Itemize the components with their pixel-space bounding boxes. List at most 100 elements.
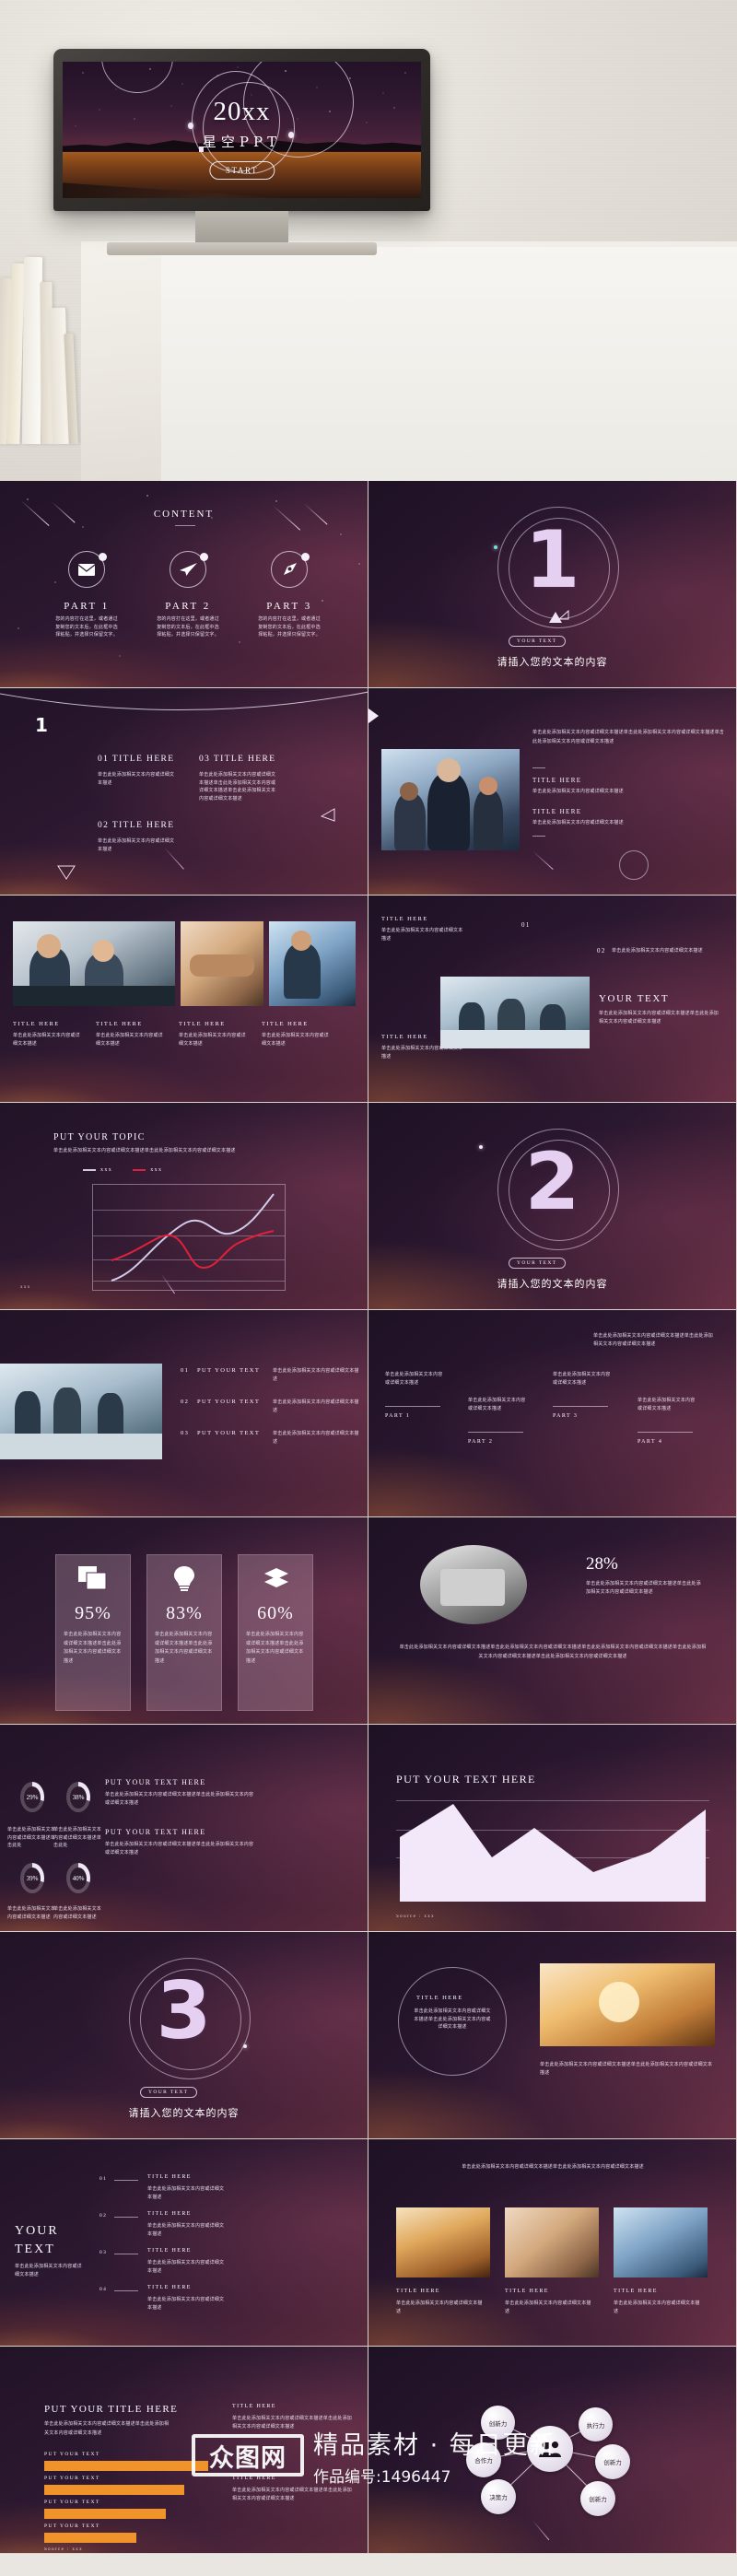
- slide-content[interactable]: CONTENT PART 1 您的内容打在这里，或者通过复制您的文本后，在此框中…: [0, 481, 368, 688]
- donut-body: 单击此处添加相关文本内容或详细文本描述单击此处: [7, 1827, 56, 1848]
- card-body: 单击此处添加相关文本内容或详细文本描述: [396, 2301, 483, 2314]
- users-icon-node[interactable]: [527, 2426, 573, 2472]
- pen-nib-icon-circle[interactable]: [271, 551, 310, 588]
- item-body: 单击此处添加相关文本内容或详细文本描述单击此处添加相关文本内容或详细文本描述单击…: [199, 772, 276, 802]
- users-icon: [539, 2441, 561, 2457]
- network-node[interactable]: 创新力: [580, 2481, 615, 2516]
- row-num: 01: [181, 1367, 190, 1374]
- row-num: 03: [99, 2250, 108, 2255]
- part-body: 单击此处添加相关文本内容或详细文本描述: [553, 1372, 611, 1386]
- network-node[interactable]: 决策力: [481, 2479, 516, 2514]
- donut-value: 29%: [26, 1793, 39, 1801]
- slide-percent-28[interactable]: 28% 单击此处添加相关文本内容或详细文本描述单击此处添加相关文本内容或详细文本…: [368, 1517, 737, 1725]
- slide-your-text-timeline[interactable]: YOUR TEXT 单击此处添加相关文本内容或详细文本描述 01 TITLE H…: [0, 2139, 368, 2347]
- part-label: PART 2: [165, 601, 211, 612]
- lead-paragraph: 单击此处添加相关文本内容或详细文本描述单击此处添加相关文本内容或详细文本描述单击…: [532, 730, 725, 744]
- part-label: PART 4: [638, 1439, 663, 1445]
- part-description: 您的内容打在这里，或者通过复制您的文本后，在此框中选择粘贴，并选择只保留文字。: [55, 616, 118, 638]
- slide-bar-chart[interactable]: PUT YOUR TITLE HERE 单击此处添加相关文本内容或详细文本描述单…: [0, 2347, 368, 2554]
- slide-photo-text[interactable]: 单击此处添加相关文本内容或详细文本描述单击此处添加相关文本内容或详细文本描述单击…: [368, 688, 737, 896]
- slide-four-parts[interactable]: 单击此处添加相关文本内容或详细文本描述 单击此处添加相关文本内容或详细文本描述 P…: [368, 1310, 737, 1517]
- section-caption: 请插入您的文本的内容: [497, 656, 608, 668]
- number-01: 01: [521, 921, 531, 929]
- slide-list-photo[interactable]: 01 PUT YOUR TEXT 单击此处添加相关文本内容或详细文本描述 02 …: [0, 1310, 368, 1517]
- number-02: 02: [597, 947, 606, 954]
- slide-three-photo-cards[interactable]: 单击此处添加相关文本内容或详细文本描述单击此处添加相关文本内容或详细文本描述 T…: [368, 2139, 737, 2347]
- slide-line-chart[interactable]: PUT YOUR TOPIC 单击此处添加相关文本内容或详细文本描述单击此处添加…: [0, 1103, 368, 1310]
- heading-line1: YOUR: [15, 2224, 59, 2238]
- bottom-title: TITLE HERE: [381, 1034, 428, 1040]
- slide-four-photos[interactable]: TITLE HERE 单击此处添加相关文本内容或详细文本描述 TITLE HER…: [0, 896, 368, 1103]
- slide-area-chart[interactable]: PUT YOUR TEXT HERE Source : xxx: [368, 1725, 737, 1932]
- start-button[interactable]: START: [208, 161, 275, 180]
- photo-conference-room: [440, 977, 590, 1048]
- paper-plane-icon: [179, 563, 197, 576]
- row-title: TITLE HERE: [147, 2174, 192, 2180]
- slide-numbered-photo[interactable]: TITLE HERE 单击此处添加相关文本内容或详细文本描述 01 02 单击此…: [368, 896, 737, 1103]
- percent-card[interactable]: 95% 单击此处添加相关文本内容或详细文本描述单击此处添加相关文本内容或详细文本…: [55, 1554, 131, 1711]
- side-body: 单击此处添加相关文本内容或详细文本描述单击此处添加相关文本内容或详细文本描述: [232, 2416, 353, 2430]
- percent-card[interactable]: 83% 单击此处添加相关文本内容或详细文本描述单击此处添加相关文本内容或详细文本…: [146, 1554, 222, 1711]
- chart-title: PUT YOUR TITLE HERE: [44, 2404, 179, 2415]
- photo-city-night: [396, 2207, 490, 2277]
- block-title: PUT YOUR TEXT HERE: [105, 1778, 206, 1786]
- monitor-stand: [195, 211, 288, 242]
- row-body: 单击此处添加相关文本内容或详细文本描述: [147, 2186, 225, 2200]
- chart-lines: [111, 1193, 275, 1282]
- slide-section-3[interactable]: 3 YOUR TEXT 请插入您的文本的内容: [0, 1932, 368, 2139]
- donut-body: 单击此处添加相关文本内容或详细文本描述: [53, 1906, 102, 1920]
- percent-value: 60%: [257, 1603, 294, 1623]
- side-title: TITLE HERE: [232, 2476, 276, 2481]
- row-body: 单击此处添加相关文本内容或详细文本描述: [273, 1399, 359, 1413]
- section-number: 2: [524, 1136, 580, 1228]
- row-num: 04: [99, 2287, 108, 2292]
- card-title: TITLE HERE: [396, 2289, 440, 2294]
- part-body: 单击此处添加相关文本内容或详细文本描述: [385, 1372, 443, 1386]
- row-label: PUT YOUR TEXT: [197, 1367, 261, 1374]
- row-label: PUT YOUR TEXT: [197, 1430, 261, 1436]
- slide-section-1[interactable]: 1 YOUR TEXT 请插入您的文本的内容: [368, 481, 737, 688]
- card-title: TITLE HERE: [179, 1021, 226, 1027]
- badge-your-text: YOUR TEXT: [509, 1258, 566, 1269]
- chart-legend: xxx xxx: [83, 1167, 162, 1173]
- slide-percent-cards[interactable]: 95% 单击此处添加相关文本内容或详细文本描述单击此处添加相关文本内容或详细文本…: [0, 1517, 368, 1725]
- chart-plot-area: [92, 1184, 286, 1294]
- slide-section-2[interactable]: 2 YOUR TEXT 请插入您的文本的内容: [368, 1103, 737, 1310]
- network-node[interactable]: 创新力: [595, 2444, 630, 2479]
- slide-network[interactable]: 创新力 执行力 合作力 创新力 决策力 创新力: [368, 2347, 737, 2554]
- card-title: TITLE HERE: [505, 2289, 549, 2294]
- bar: [44, 2485, 184, 2495]
- donut-value: 38%: [72, 1793, 85, 1801]
- envelope-icon-circle[interactable]: [68, 551, 107, 588]
- item-title: 01 TITLE HERE: [98, 755, 175, 764]
- percent-body: 单击此处添加相关文本内容或详细文本描述单击此处添加相关文本内容或详细文本描述: [155, 1632, 213, 1664]
- chart-source: Source : xxx: [44, 2547, 84, 2552]
- donut-indicator: 38%: [66, 1782, 90, 1812]
- network-node[interactable]: 创新力: [481, 2406, 515, 2440]
- card-body: 单击此处添加相关文本内容或详细文本描述: [96, 1033, 163, 1047]
- bar-label: PUT YOUR TEXT: [44, 2476, 100, 2481]
- badge-your-text: YOUR TEXT: [509, 636, 566, 647]
- row-num: 02: [99, 2213, 108, 2219]
- top-body: 单击此处添加相关文本内容或详细文本描述: [381, 928, 463, 942]
- part-label: PART 2: [468, 1439, 494, 1445]
- percent-value: 95%: [75, 1603, 111, 1623]
- photo-lightbulb-hands: [540, 1963, 715, 2046]
- layers-icon: [264, 1568, 288, 1587]
- slide-donuts[interactable]: 29% 单击此处添加相关文本内容或详细文本描述单击此处 38% 单击此处添加相关…: [0, 1725, 368, 1932]
- paper-plane-icon-circle[interactable]: [170, 551, 208, 588]
- row-title: TITLE HERE: [147, 2211, 192, 2217]
- slide-circle-photo[interactable]: TITLE HERE 单击此处添加相关文本内容或详细文本描述单击此处添加相关文本…: [368, 1932, 737, 2139]
- swoosh-decor: [0, 691, 368, 711]
- section-number: 3: [156, 1965, 212, 2057]
- body-02: 单击此处添加相关文本内容或详细文本描述: [612, 948, 703, 954]
- network-node[interactable]: 合作力: [466, 2442, 501, 2477]
- slide-three-titles[interactable]: 1 01 TITLE HERE 单击此处添加相关文本内容或详细文本描述 02 T…: [0, 688, 368, 896]
- corner-number: 1: [35, 714, 48, 736]
- percent-card[interactable]: 60% 单击此处添加相关文本内容或详细文本描述单击此处添加相关文本内容或详细文本…: [238, 1554, 313, 1711]
- title-underline: [175, 525, 195, 526]
- lightbulb-icon: [174, 1566, 194, 1591]
- section-caption: 请插入您的文本的内容: [497, 1278, 608, 1290]
- network-node[interactable]: 执行力: [579, 2407, 613, 2441]
- item-body: 单击此处添加相关文本内容或详细文本描述: [98, 772, 175, 786]
